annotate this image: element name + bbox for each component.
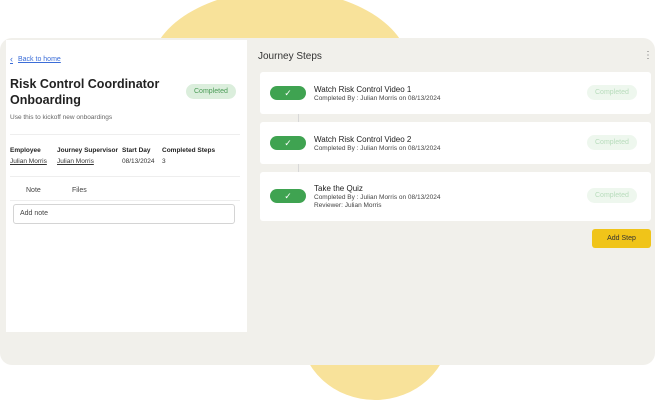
check-icon: ✓ (270, 136, 306, 150)
step-completed-by: Completed By : Julian Morris on 08/13/20… (314, 145, 441, 152)
divider (10, 134, 240, 135)
page-subtitle: Use this to kickoff new onboardings (10, 114, 113, 121)
start-day-label: Start Day (122, 147, 151, 154)
supervisor-value[interactable]: Julian Morris (57, 158, 94, 165)
step-reviewer: Reviewer: Julian Morris (314, 202, 382, 209)
status-badge: Completed (186, 84, 236, 99)
back-to-home-link[interactable]: ‹ Back to home (10, 54, 61, 64)
step-connector (298, 164, 299, 172)
kebab-icon[interactable]: ⋮ (643, 51, 653, 61)
completed-steps-value: 3 (162, 158, 166, 165)
employee-value[interactable]: Julian Morris (10, 158, 47, 165)
page-title: Risk Control Coordinator Onboarding (10, 77, 160, 107)
step-completed-by: Completed By : Julian Morris on 08/13/20… (314, 95, 441, 102)
tab-note[interactable]: Note (26, 187, 41, 194)
step-title: Watch Risk Control Video 1 (314, 85, 412, 94)
back-to-home-label: Back to home (18, 56, 61, 63)
check-icon: ✓ (270, 189, 306, 203)
divider (10, 176, 240, 177)
add-note-input[interactable]: Add note (13, 204, 235, 224)
employee-label: Employee (10, 147, 41, 154)
tab-files[interactable]: Files (72, 187, 87, 194)
check-icon: ✓ (270, 86, 306, 100)
step-status-badge: Completed (587, 135, 637, 150)
chevron-left-icon: ‹ (10, 54, 13, 64)
divider (10, 200, 240, 201)
step-status-badge: Completed (587, 85, 637, 100)
add-step-button[interactable]: Add Step (592, 229, 651, 248)
step-connector (298, 114, 299, 122)
step-card[interactable]: ✓ Watch Risk Control Video 2 Completed B… (260, 122, 651, 164)
step-completed-by: Completed By : Julian Morris on 08/13/20… (314, 194, 441, 201)
step-card[interactable]: ✓ Watch Risk Control Video 1 Completed B… (260, 72, 651, 114)
step-title: Watch Risk Control Video 2 (314, 135, 412, 144)
journey-steps-title: Journey Steps (258, 51, 322, 62)
step-card[interactable]: ✓ Take the Quiz Completed By : Julian Mo… (260, 172, 651, 221)
start-day-value: 08/13/2024 (122, 158, 155, 165)
step-status-badge: Completed (587, 188, 637, 203)
step-title: Take the Quiz (314, 184, 363, 193)
completed-steps-label: Completed Steps (162, 147, 216, 154)
supervisor-label: Journey Supervisor (57, 147, 119, 154)
